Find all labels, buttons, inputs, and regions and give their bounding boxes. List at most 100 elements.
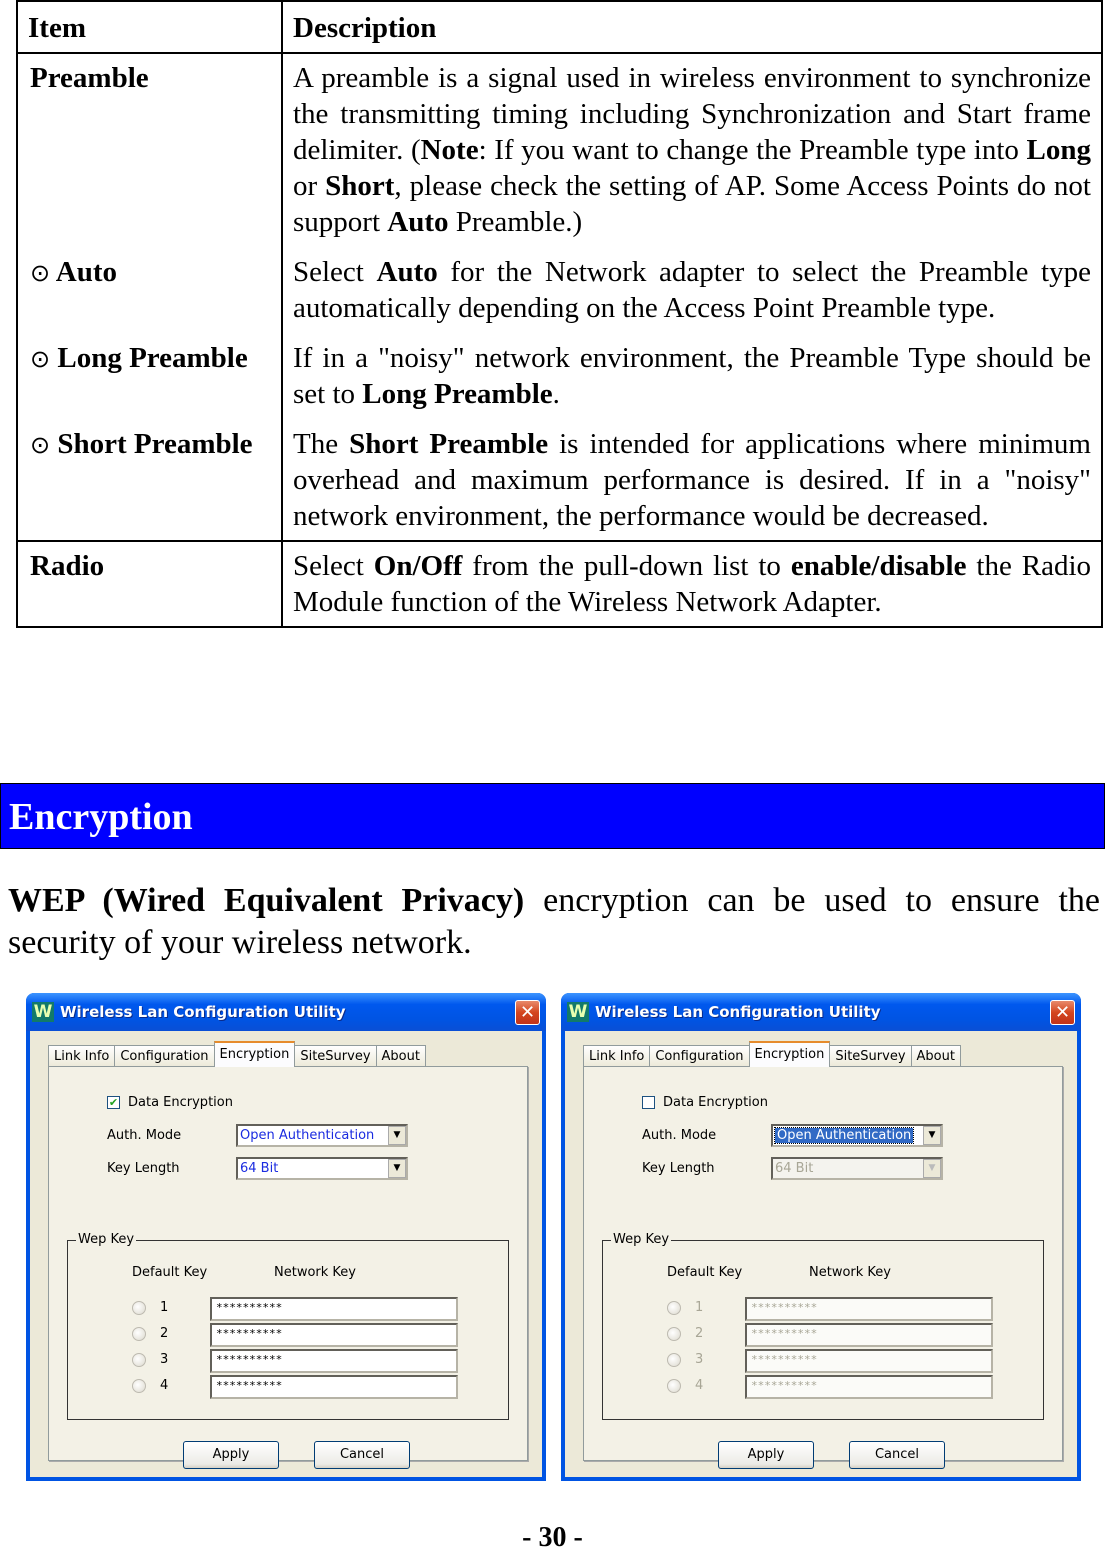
radio-selected-icon: ⊙ <box>30 431 51 459</box>
tab-link-info[interactable]: Link Info <box>583 1045 651 1067</box>
encryption-tab-panel: ✔ Data Encryption Auth. Mode Open Authen… <box>48 1066 528 1469</box>
auth-mode-value: Open Authentication <box>773 1127 915 1144</box>
default-key-header: Default Key <box>132 1265 208 1280</box>
table-row: ⊙ Short Preamble The Short Preamble is i… <box>16 418 1103 542</box>
auth-mode-select[interactable]: Open Authentication ▼ <box>236 1124 408 1147</box>
dropdown-arrow-icon[interactable]: ▼ <box>923 1126 941 1145</box>
radio-button-icon[interactable] <box>132 1352 146 1367</box>
tab-strip: Link Info Configuration Encryption SiteSurv… <box>48 1041 426 1067</box>
desc-auto: Select Auto for the Network adapter to s… <box>281 246 1103 332</box>
default-key-option-3[interactable]: 3 <box>132 1352 200 1367</box>
intro-paragraph: WEP (Wired Equivalent Privacy) encryptio… <box>8 880 1100 964</box>
key-length-select[interactable]: 64 Bit ▼ <box>236 1157 408 1180</box>
default-key-option-3[interactable]: 3 <box>667 1352 735 1367</box>
window-title: Wireless Lan Configuration Utility <box>60 1003 346 1021</box>
auth-mode-value: Open Authentication <box>240 1128 375 1143</box>
radio-button-icon[interactable] <box>132 1300 146 1315</box>
window-body: Link Info Configuration Encryption SiteSurv… <box>565 1031 1077 1477</box>
close-button[interactable]: ✕ <box>515 999 540 1025</box>
key-length-value: 64 Bit <box>775 1161 814 1176</box>
default-key-option-2[interactable]: 2 <box>667 1326 735 1341</box>
data-encryption-label: Data Encryption <box>663 1095 768 1110</box>
network-key-input-4[interactable]: ********** <box>745 1375 993 1399</box>
radio-button-icon[interactable] <box>667 1326 681 1341</box>
network-key-input-3[interactable]: ********** <box>210 1349 458 1373</box>
cancel-button[interactable]: Cancel <box>849 1441 945 1469</box>
radio-button-icon[interactable] <box>667 1352 681 1367</box>
key-length-select[interactable]: 64 Bit ▼ <box>771 1157 943 1180</box>
radio-button-icon[interactable] <box>132 1378 146 1393</box>
auth-mode-row: Auth. Mode <box>107 1128 181 1143</box>
data-encryption-checkbox[interactable] <box>642 1096 655 1109</box>
data-encryption-checkbox[interactable]: ✔ <box>107 1096 120 1109</box>
title-bar[interactable]: W Wireless Lan Configuration Utility ✕ <box>26 993 546 1031</box>
network-key-input-2[interactable]: ********** <box>210 1323 458 1347</box>
apply-button[interactable]: Apply <box>718 1441 814 1469</box>
key-number: 3 <box>695 1352 704 1367</box>
wep-key-group: Wep Key Default Key Network Key 1 *******… <box>602 1232 1044 1420</box>
key-length-value: 64 Bit <box>240 1161 279 1176</box>
tab-configuration[interactable]: Configuration <box>114 1045 215 1067</box>
radio-selected-icon: ⊙ <box>30 345 51 373</box>
key-number: 1 <box>160 1300 169 1315</box>
close-button[interactable]: ✕ <box>1050 999 1075 1025</box>
tab-sitesurvey[interactable]: SiteSurvey <box>829 1045 912 1067</box>
default-key-option-2[interactable]: 2 <box>132 1326 200 1341</box>
key-number: 1 <box>695 1300 704 1315</box>
tab-configuration[interactable]: Configuration <box>649 1045 750 1067</box>
key-number: 4 <box>695 1378 704 1393</box>
window-body: Link Info Configuration Encryption SiteSurv… <box>30 1031 542 1477</box>
item-short-preamble: ⊙ Short Preamble <box>16 418 283 542</box>
settings-table: Item Description Preamble A preamble is … <box>16 0 1103 628</box>
network-key-header: Network Key <box>274 1265 356 1280</box>
dropdown-arrow-icon[interactable]: ▼ <box>923 1159 941 1178</box>
auth-mode-select[interactable]: Open Authentication ▼ <box>771 1124 943 1147</box>
apply-button[interactable]: Apply <box>183 1441 279 1469</box>
default-key-option-4[interactable]: 4 <box>132 1378 200 1393</box>
tab-link-info[interactable]: Link Info <box>48 1045 116 1067</box>
default-key-option-1[interactable]: 1 <box>132 1300 200 1315</box>
auth-mode-label: Auth. Mode <box>107 1128 182 1143</box>
app-logo-icon: W <box>567 1002 589 1022</box>
cancel-button[interactable]: Cancel <box>314 1441 410 1469</box>
key-length-row: Key Length <box>107 1161 180 1176</box>
data-encryption-label: Data Encryption <box>128 1095 233 1110</box>
item-radio: Radio <box>16 541 283 628</box>
data-encryption-row: ✔ Data Encryption <box>107 1095 233 1110</box>
network-key-input-1[interactable]: ********** <box>745 1297 993 1321</box>
tab-sitesurvey[interactable]: SiteSurvey <box>294 1045 377 1067</box>
radio-button-icon[interactable] <box>667 1378 681 1393</box>
network-key-input-1[interactable]: ********** <box>210 1297 458 1321</box>
item-long-preamble: ⊙ Long Preamble <box>16 332 283 418</box>
item-label: Short Preamble <box>57 428 253 460</box>
title-bar[interactable]: W Wireless Lan Configuration Utility ✕ <box>561 993 1081 1031</box>
desc-radio: Select On/Off from the pull-down list to… <box>281 541 1103 628</box>
dropdown-arrow-icon[interactable]: ▼ <box>388 1159 406 1178</box>
tab-encryption[interactable]: Encryption <box>748 1041 831 1067</box>
dropdown-arrow-icon[interactable]: ▼ <box>388 1126 406 1145</box>
table-row: Preamble A preamble is a signal used in … <box>16 53 1103 246</box>
radio-button-icon[interactable] <box>667 1300 681 1315</box>
tab-about[interactable]: About <box>910 1045 961 1067</box>
default-key-option-1[interactable]: 1 <box>667 1300 735 1315</box>
encryption-tab-panel: Data Encryption Auth. Mode Open Authenti… <box>583 1066 1063 1469</box>
tab-strip: Link Info Configuration Encryption SiteSurv… <box>583 1041 961 1067</box>
desc-short-preamble: The Short Preamble is intended for appli… <box>281 418 1103 542</box>
tab-encryption[interactable]: Encryption <box>213 1041 296 1067</box>
radio-selected-icon: ⊙ <box>30 259 51 287</box>
tab-about[interactable]: About <box>375 1045 426 1067</box>
auth-mode-row: Auth. Mode <box>642 1128 716 1143</box>
data-encryption-row: Data Encryption <box>642 1095 768 1110</box>
radio-button-icon[interactable] <box>132 1326 146 1341</box>
default-key-option-4[interactable]: 4 <box>667 1378 735 1393</box>
column-header-item: Item <box>16 1 283 54</box>
network-key-input-4[interactable]: ********** <box>210 1375 458 1399</box>
table-row: ⊙ Long Preamble If in a "noisy" network … <box>16 332 1103 418</box>
item-label: Long Preamble <box>57 342 248 374</box>
network-key-input-3[interactable]: ********** <box>745 1349 993 1373</box>
key-number: 2 <box>160 1326 169 1341</box>
config-window-disabled: W Wireless Lan Configuration Utility ✕ L… <box>561 993 1081 1481</box>
intro-bold: WEP (Wired Equivalent Privacy) <box>8 882 525 919</box>
page-number: - 30 - <box>522 1522 583 1551</box>
network-key-input-2[interactable]: ********** <box>745 1323 993 1347</box>
